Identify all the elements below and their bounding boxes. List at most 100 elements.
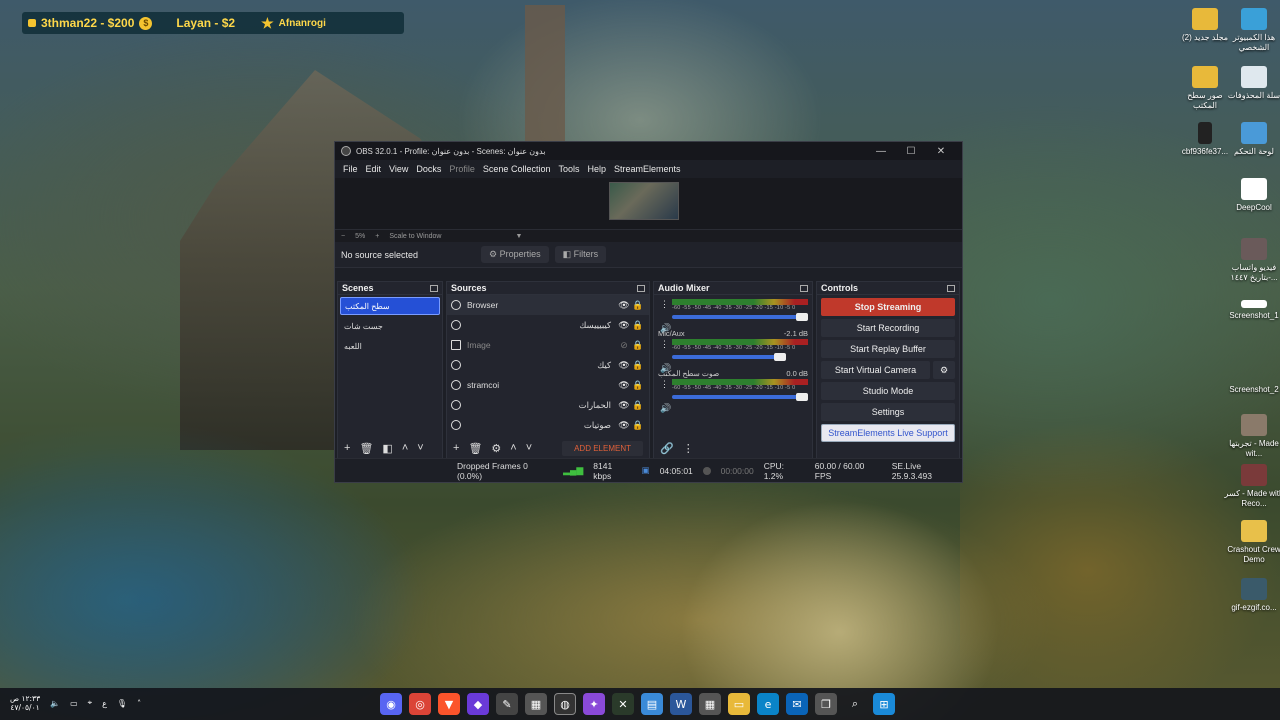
scene-filter-icon[interactable]: ◧ bbox=[382, 442, 392, 455]
source-item[interactable]: Image ⊘ 🔒 bbox=[447, 335, 649, 355]
scale-mode[interactable]: Scale to Window bbox=[389, 233, 441, 240]
source-item[interactable]: stramcoi 👁 🔒 bbox=[447, 375, 649, 395]
speaker-icon[interactable]: 🔊 bbox=[660, 403, 671, 414]
lock-icon[interactable]: 🔒 bbox=[631, 380, 645, 391]
mail-icon[interactable]: ✉ bbox=[786, 693, 808, 715]
brave-icon[interactable]: ▼ bbox=[438, 693, 460, 715]
menu-file[interactable]: File bbox=[339, 164, 362, 174]
stop-streaming-button[interactable]: Stop Streaming bbox=[821, 298, 955, 316]
studio-mode-button[interactable]: Studio Mode bbox=[821, 382, 955, 400]
eye-icon[interactable]: 👁 bbox=[617, 300, 631, 311]
menu-help[interactable]: Help bbox=[583, 164, 610, 174]
kebab-menu-icon[interactable]: ⋮ bbox=[660, 299, 669, 310]
zoom-out-button[interactable]: − bbox=[341, 233, 345, 240]
add-element-button[interactable]: ADD ELEMENT bbox=[562, 441, 643, 456]
kebab-menu-icon[interactable]: ⋮ bbox=[683, 442, 694, 455]
maximize-button[interactable]: ☐ bbox=[896, 146, 926, 157]
desktop-icon-whatsapp-video[interactable]: فيديو واتساب بتاريخ ١٤٤٧-... bbox=[1224, 238, 1280, 283]
network-icon[interactable]: ▭ bbox=[70, 699, 78, 708]
popout-icon[interactable] bbox=[430, 284, 438, 292]
chrome-icon[interactable]: ◎ bbox=[409, 693, 431, 715]
desktop-icon-recycle-bin[interactable]: سلة المحذوفات bbox=[1224, 66, 1280, 101]
file-explorer-icon[interactable]: ▭ bbox=[728, 693, 750, 715]
slider-handle[interactable] bbox=[796, 393, 808, 401]
menu-edit[interactable]: Edit bbox=[362, 164, 386, 174]
obs-titlebar[interactable]: OBS 32.0.1 - Profile: بدون عنوان - Scene… bbox=[335, 142, 962, 160]
eye-icon[interactable]: 👁 bbox=[617, 400, 631, 411]
desktop-icon-gif[interactable]: gif-ezgif.co... bbox=[1224, 578, 1280, 613]
lock-icon[interactable]: 🔒 bbox=[631, 340, 645, 351]
xbox-icon[interactable]: ✕ bbox=[612, 693, 634, 715]
notepad-icon[interactable]: ▤ bbox=[641, 693, 663, 715]
volume-slider[interactable] bbox=[672, 353, 786, 361]
search-icon[interactable]: ⌕ bbox=[844, 693, 866, 715]
task-view-icon[interactable]: ❐ bbox=[815, 693, 837, 715]
eye-icon[interactable]: 👁 bbox=[617, 420, 631, 431]
settings-button[interactable]: Settings bbox=[821, 403, 955, 421]
windows-start-icon[interactable]: ⊞ bbox=[873, 693, 895, 715]
kebab-menu-icon[interactable]: ⋮ bbox=[660, 339, 669, 350]
close-button[interactable]: ✕ bbox=[926, 146, 956, 157]
gear-icon[interactable]: ⚙ bbox=[933, 361, 955, 379]
source-item[interactable]: الحمارات 👁 🔒 bbox=[447, 395, 649, 415]
menu-docks[interactable]: Docks bbox=[412, 164, 445, 174]
desktop-icon-tajrubatha[interactable]: تجربتها - Made wit... bbox=[1224, 414, 1280, 459]
properties-button[interactable]: ⚙ Properties bbox=[481, 246, 549, 263]
slider-handle[interactable] bbox=[796, 313, 808, 321]
scene-item[interactable]: سطح المكتب bbox=[340, 297, 440, 315]
zoom-in-button[interactable]: + bbox=[375, 233, 379, 240]
app-icon[interactable]: ✎ bbox=[496, 693, 518, 715]
trash-icon[interactable]: 🗑 bbox=[359, 442, 373, 455]
chevron-up-icon[interactable]: ˄ bbox=[137, 699, 141, 708]
start-virtual-camera-button[interactable]: Start Virtual Camera bbox=[821, 361, 930, 379]
word-icon[interactable]: W bbox=[670, 693, 692, 715]
desktop-icon-kasr[interactable]: كسر - Made with Reco... bbox=[1224, 464, 1280, 509]
source-item[interactable]: كيك 👁 🔒 bbox=[447, 355, 649, 375]
language-indicator[interactable]: ع bbox=[102, 699, 107, 708]
move-up-icon[interactable]: ˄ bbox=[402, 442, 408, 454]
chevron-down-icon[interactable]: ▼ bbox=[515, 233, 522, 240]
menu-scene-collection[interactable]: Scene Collection bbox=[479, 164, 555, 174]
discord-icon[interactable]: ◉ bbox=[380, 693, 402, 715]
clock[interactable]: ١٢:٣٣ ص ٤٧/٠٥/٠١ bbox=[10, 694, 40, 712]
desktop-icon-crashout[interactable]: Crashout Crew Demo bbox=[1224, 520, 1280, 565]
speaker-icon[interactable]: 🔈 bbox=[50, 699, 60, 708]
menu-tools[interactable]: Tools bbox=[554, 164, 583, 174]
lock-icon[interactable]: 🔒 bbox=[631, 300, 645, 311]
menu-streamelements[interactable]: StreamElements bbox=[610, 164, 685, 174]
popout-icon[interactable] bbox=[800, 284, 808, 292]
popout-icon[interactable] bbox=[947, 284, 955, 292]
menu-profile[interactable]: Profile bbox=[445, 164, 479, 174]
lock-icon[interactable]: 🔒 bbox=[631, 320, 645, 331]
filters-button[interactable]: ◧ Filters bbox=[554, 246, 607, 263]
store-icon[interactable]: ▦ bbox=[525, 693, 547, 715]
start-recording-button[interactable]: Start Recording bbox=[821, 319, 955, 337]
app-icon[interactable]: ◆ bbox=[467, 693, 489, 715]
minimize-button[interactable]: — bbox=[866, 146, 896, 157]
popout-icon[interactable] bbox=[637, 284, 645, 292]
kebab-menu-icon[interactable]: ⋮ bbox=[660, 379, 669, 390]
source-item[interactable]: صوتيات 👁 🔒 bbox=[447, 415, 649, 435]
scene-item[interactable]: اللعبه bbox=[340, 337, 440, 355]
obs-icon[interactable]: ◍ bbox=[554, 693, 576, 715]
move-down-icon[interactable]: ˅ bbox=[417, 442, 423, 454]
volume-slider[interactable] bbox=[672, 313, 808, 321]
source-item[interactable]: Browser 👁 🔒 bbox=[447, 295, 649, 315]
link-icon[interactable]: 🔗 bbox=[660, 442, 674, 455]
streamelements-support-button[interactable]: StreamElements Live Support bbox=[821, 424, 955, 442]
calculator-icon[interactable]: ▦ bbox=[699, 693, 721, 715]
eye-icon[interactable]: 👁 bbox=[617, 360, 631, 371]
volume-slider[interactable] bbox=[672, 393, 808, 401]
move-up-icon[interactable]: ˄ bbox=[510, 442, 516, 454]
eye-hidden-icon[interactable]: ⊘ bbox=[617, 340, 631, 351]
edge-icon[interactable]: e bbox=[757, 693, 779, 715]
desktop-icon-deepcool[interactable]: DeepCool bbox=[1224, 178, 1280, 213]
lock-icon[interactable]: 🔒 bbox=[631, 360, 645, 371]
add-icon[interactable]: + bbox=[344, 442, 350, 454]
microphone-icon[interactable]: 🎙 bbox=[117, 699, 127, 708]
source-item[interactable]: كيبيييسك 👁 🔒 bbox=[447, 315, 649, 335]
feather-icon[interactable]: ✦ bbox=[583, 693, 605, 715]
start-replay-buffer-button[interactable]: Start Replay Buffer bbox=[821, 340, 955, 358]
desktop-icon-screenshot-2[interactable]: Screenshot_2 bbox=[1224, 360, 1280, 395]
move-down-icon[interactable]: ˅ bbox=[526, 442, 532, 454]
